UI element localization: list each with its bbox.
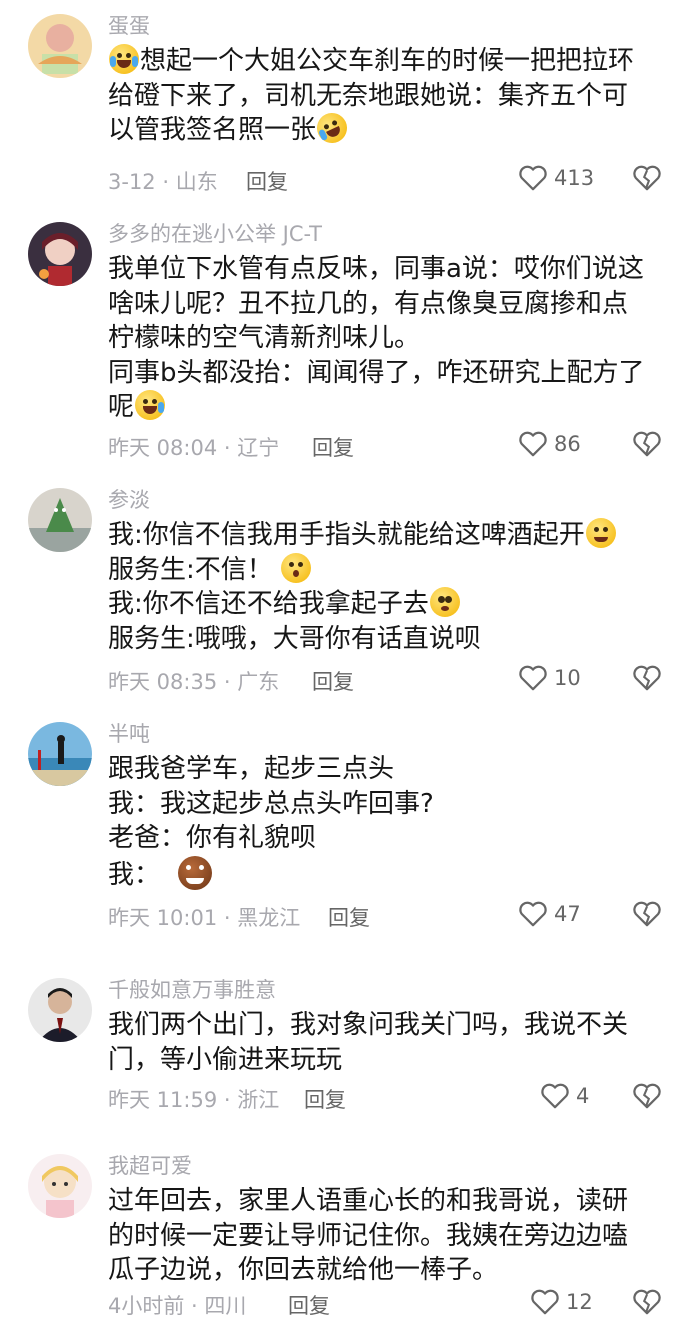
smirk-emoji bbox=[585, 518, 616, 548]
comment-meta: 昨天 08:04 · 辽宁 bbox=[108, 436, 280, 460]
comment-location: 辽宁 bbox=[237, 436, 280, 460]
avatar[interactable] bbox=[28, 1154, 92, 1218]
like-count: 12 bbox=[566, 1290, 593, 1314]
reply-button[interactable]: 回复 bbox=[288, 1290, 330, 1320]
comment-text: 我:你信不信我用手指头就能给这啤酒起开 服务生:不信！ 我:你不信还不给我拿起子… bbox=[108, 518, 668, 656]
comment-meta: 4小时前 · 四川 bbox=[108, 1294, 247, 1318]
comment-time: 3-12 bbox=[108, 170, 156, 194]
crying-face-emoji bbox=[109, 44, 139, 74]
dislike-button[interactable] bbox=[632, 1082, 662, 1114]
broken-heart-icon bbox=[633, 1083, 661, 1109]
comment-time: 昨天 11:59 bbox=[108, 1088, 218, 1112]
comment-location: 四川 bbox=[204, 1294, 247, 1318]
comment-username[interactable]: 半吨 bbox=[108, 720, 150, 748]
comment-meta: 昨天 10:01 · 黑龙江 bbox=[108, 906, 301, 930]
dislike-button[interactable] bbox=[632, 900, 662, 932]
like-button[interactable]: 86 bbox=[518, 430, 581, 458]
avatar[interactable] bbox=[28, 978, 92, 1042]
dazed-emoji bbox=[429, 587, 460, 617]
broken-heart-icon bbox=[633, 431, 661, 457]
reply-button[interactable]: 回复 bbox=[312, 432, 354, 462]
comment-username[interactable]: 蛋蛋 bbox=[108, 12, 150, 40]
rolling-laughing-emoji bbox=[312, 108, 352, 148]
comment-item: 蛋蛋 想起一个大姐公交车刹车的时候一把把拉环 给磴下来了，司机无奈地跟她说：集齐… bbox=[0, 0, 690, 208]
like-count: 413 bbox=[554, 166, 595, 190]
like-button[interactable]: 413 bbox=[518, 164, 594, 192]
comment-location: 山东 bbox=[175, 170, 218, 194]
heart-icon bbox=[541, 1083, 569, 1109]
reply-button[interactable]: 回复 bbox=[312, 666, 354, 696]
reply-button[interactable]: 回复 bbox=[304, 1084, 346, 1114]
like-button[interactable]: 12 bbox=[530, 1288, 593, 1316]
surprised-emoji bbox=[280, 552, 311, 583]
broken-heart-icon bbox=[633, 1289, 661, 1315]
comment-meta: 昨天 08:35 · 广东 bbox=[108, 670, 280, 694]
comment-item: 我超可爱 过年回去，家里人语重心长的和我哥说，读研 的时候一定要让导师记住你。我… bbox=[0, 1140, 690, 1332]
dislike-button[interactable] bbox=[632, 1288, 662, 1320]
dislike-button[interactable] bbox=[632, 664, 662, 696]
broken-heart-icon bbox=[633, 665, 661, 691]
comment-text: 过年回去，家里人语重心长的和我哥说，读研 的时候一定要让导师记住你。我姨在旁边边… bbox=[108, 1186, 629, 1285]
reply-button[interactable]: 回复 bbox=[246, 166, 288, 196]
comment-location: 黑龙江 bbox=[237, 906, 301, 930]
heart-icon bbox=[519, 901, 547, 927]
like-button[interactable]: 10 bbox=[518, 664, 581, 692]
like-count: 47 bbox=[554, 902, 581, 926]
laughing-sweat-emoji bbox=[135, 390, 166, 420]
comment-meta: 3-12 · 山东 bbox=[108, 170, 218, 194]
like-count: 4 bbox=[576, 1084, 590, 1108]
broken-heart-icon bbox=[633, 901, 661, 927]
comment-text: 跟我爸学车，起步三点头 我：我这起步总点头咋回事? 老爸：你有礼貌呗 我： bbox=[108, 754, 434, 890]
avatar[interactable] bbox=[28, 14, 92, 78]
heart-icon bbox=[519, 431, 547, 457]
heart-icon bbox=[519, 165, 547, 191]
heart-icon bbox=[519, 665, 547, 691]
dislike-button[interactable] bbox=[632, 430, 662, 462]
comment-username[interactable]: 千般如意万事胜意 bbox=[108, 976, 276, 1004]
avatar[interactable] bbox=[28, 488, 92, 552]
comment-username[interactable]: 参淡 bbox=[108, 486, 150, 514]
like-count: 86 bbox=[554, 432, 581, 456]
comment-item: 参淡 我:你信不信我用手指头就能给这啤酒起开 服务生:不信！ 我:你不信还不给我… bbox=[0, 474, 690, 708]
avatar[interactable] bbox=[28, 722, 92, 786]
comment-item: 千般如意万事胜意 我们两个出门，我对象问我关门吗，我说不关 门，等小偷进来玩玩 … bbox=[0, 964, 690, 1140]
dislike-button[interactable] bbox=[632, 164, 662, 196]
broken-heart-icon bbox=[633, 165, 661, 191]
reply-button[interactable]: 回复 bbox=[328, 902, 370, 932]
comment-text: 我单位下水管有点反味，同事a说：哎你们说这 啥味儿呢？丑不拉几的，有点像臭豆腐掺… bbox=[108, 254, 645, 422]
like-count: 10 bbox=[554, 666, 581, 690]
comment-time: 昨天 08:35 bbox=[108, 670, 218, 694]
comment-text: 想起一个大姐公交车刹车的时候一把把拉环 给磴下来了，司机无奈地跟她说：集齐五个可… bbox=[108, 44, 668, 148]
comment-item: 半吨 跟我爸学车，起步三点头 我：我这起步总点头咋回事? 老爸：你有礼貌呗 我：… bbox=[0, 708, 690, 964]
avatar[interactable] bbox=[28, 222, 92, 286]
comment-username[interactable]: 多多的在逃小公举 JC-T bbox=[108, 220, 322, 248]
comment-time: 昨天 08:04 bbox=[108, 436, 218, 460]
comment-time: 昨天 10:01 bbox=[108, 906, 218, 930]
like-button[interactable]: 4 bbox=[540, 1082, 589, 1110]
comment-meta: 昨天 11:59 · 浙江 bbox=[108, 1088, 280, 1112]
comment-username[interactable]: 我超可爱 bbox=[108, 1152, 192, 1180]
like-button[interactable]: 47 bbox=[518, 900, 581, 928]
comment-text: 我们两个出门，我对象问我关门吗，我说不关 门，等小偷进来玩玩 bbox=[108, 1010, 629, 1075]
comment-location: 浙江 bbox=[237, 1088, 280, 1112]
heart-icon bbox=[531, 1289, 559, 1315]
cookie-face-emoji bbox=[178, 855, 213, 890]
comment-time: 4小时前 bbox=[108, 1294, 185, 1318]
comment-location: 广东 bbox=[237, 670, 280, 694]
comment-item: 多多的在逃小公举 JC-T 我单位下水管有点反味，同事a说：哎你们说这 啥味儿呢… bbox=[0, 208, 690, 474]
